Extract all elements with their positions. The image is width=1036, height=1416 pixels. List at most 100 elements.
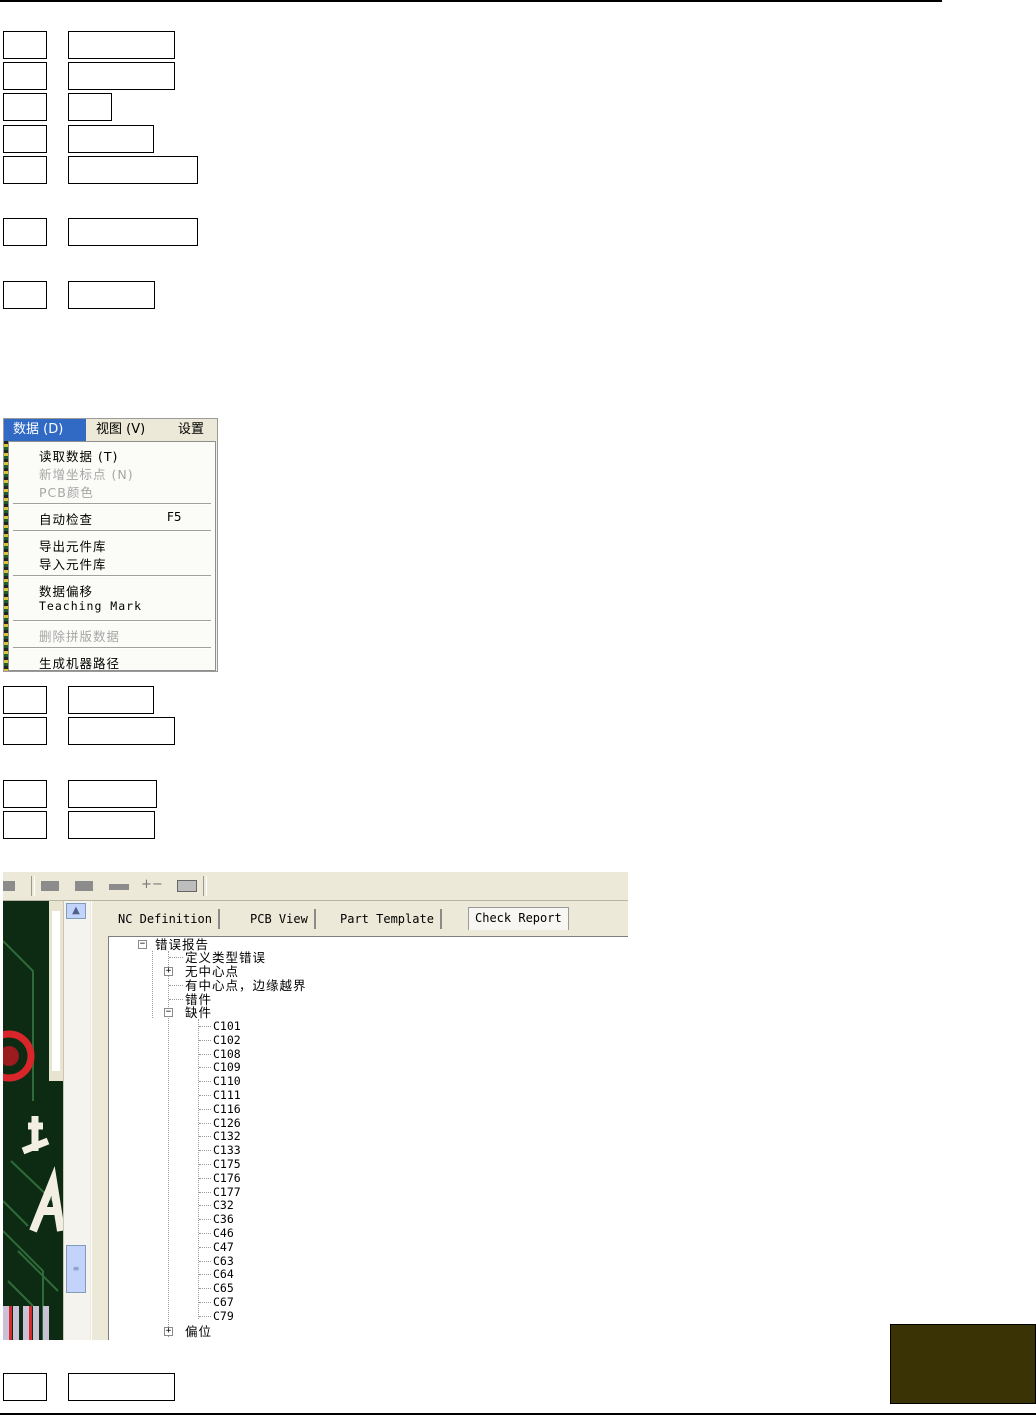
data-menu-screenshot: 数据 (D) 视图 (V) 设置 读取数据 (T) 新增坐标点 (N) PCB颜… (3, 418, 218, 672)
placeholder-box (68, 1373, 175, 1401)
tree-node-type-error[interactable]: 定义类型错误 (185, 951, 266, 964)
tree-leaf[interactable]: C133 (213, 1144, 241, 1157)
placeholder-box (68, 156, 198, 184)
tree-line (152, 951, 153, 1018)
tree-line (199, 1054, 211, 1055)
tree-node-edge-out-of-bounds[interactable]: 有中心点，边缘越界 (185, 979, 307, 992)
scroll-thumb[interactable]: ≡ (66, 1245, 86, 1293)
tree-leaf[interactable]: C102 (213, 1034, 241, 1047)
toolbar-separator (203, 876, 207, 896)
data-menu-dropdown: 读取数据 (T) 新增坐标点 (N) PCB颜色 自动检查 F5 导出元件库 导… (8, 441, 216, 671)
placeholder-box (3, 811, 47, 839)
toolbar-button-icon[interactable] (75, 881, 93, 891)
placeholder-box (68, 811, 155, 839)
placeholder-box (3, 156, 47, 184)
tree-line (199, 1095, 211, 1096)
tree-leaf[interactable]: C67 (213, 1296, 234, 1309)
tree-leaf[interactable]: C176 (213, 1172, 241, 1185)
tree-leaf[interactable]: C109 (213, 1061, 241, 1074)
expand-icon[interactable]: + (164, 1327, 173, 1336)
tab-check-report[interactable]: Check Report (468, 907, 569, 930)
menu-view[interactable]: 视图 (V) (96, 419, 145, 441)
toolbar-button-icon[interactable] (109, 884, 129, 890)
placeholder-box (3, 31, 47, 59)
dark-block (890, 1324, 1036, 1404)
vertical-scrollbar[interactable]: ▲ ≡ (63, 901, 90, 1340)
tree-leaf[interactable]: C175 (213, 1158, 241, 1171)
tree-line (199, 1247, 211, 1248)
tab-pcb-view[interactable]: PCB View (244, 909, 316, 929)
placeholder-box (68, 93, 112, 121)
collapse-icon[interactable]: − (164, 1008, 173, 1017)
menu-item-teaching-mark[interactable]: Teaching Mark (39, 599, 142, 613)
tree-leaf[interactable]: C116 (213, 1103, 241, 1116)
tree-leaf[interactable]: C32 (213, 1199, 234, 1212)
scroll-up-icon[interactable]: ▲ (66, 903, 86, 919)
collapse-icon[interactable]: − (138, 940, 147, 949)
tree-node-no-center[interactable]: 无中心点 (185, 965, 239, 978)
placeholder-box (3, 218, 47, 246)
tree-line (199, 1288, 211, 1289)
placeholder-box (3, 125, 47, 153)
expand-icon[interactable]: + (164, 967, 173, 976)
tree-line (199, 1219, 211, 1220)
menu-item-pcb-color: PCB颜色 (39, 485, 94, 500)
tree-leaf[interactable]: C101 (213, 1020, 241, 1033)
pcb-image (3, 901, 63, 1340)
tree-leaf[interactable]: C65 (213, 1282, 234, 1295)
menu-separator (13, 575, 211, 577)
tab-nc-definition[interactable]: NC Definition (112, 909, 220, 929)
placeholder-box (3, 62, 47, 90)
menu-item-export-library[interactable]: 导出元件库 (39, 536, 107, 555)
menu-item-add-coordinate: 新增坐标点 (N) (39, 467, 134, 482)
bottom-rule (0, 1413, 1036, 1415)
menu-settings[interactable]: 设置 (178, 419, 204, 441)
menu-item-auto-check[interactable]: 自动检查 (39, 509, 93, 528)
tree-node-offset[interactable]: 偏位 (185, 1325, 212, 1338)
menu-item-data-offset[interactable]: 数据偏移 (39, 581, 93, 600)
tree-leaf[interactable]: C110 (213, 1075, 241, 1088)
tree-leaf[interactable]: C64 (213, 1268, 234, 1281)
pcb-image-graphic (3, 901, 63, 1340)
toolbar-button-icon[interactable] (177, 880, 197, 892)
tree-line (199, 1136, 211, 1137)
placeholder-box (68, 281, 155, 309)
tab-part-template[interactable]: Part Template (334, 909, 442, 929)
menu-data[interactable]: 数据 (D) (4, 419, 86, 441)
placeholder-box (3, 686, 47, 714)
zoom-icon[interactable]: +− (141, 877, 163, 892)
tree-line (199, 1316, 211, 1317)
tree-leaf[interactable]: C132 (213, 1130, 241, 1143)
placeholder-box (3, 93, 47, 121)
tree-leaf[interactable]: C111 (213, 1089, 241, 1102)
tree-line (199, 1274, 211, 1275)
check-report-tree[interactable]: − 错误报告 定义类型错误 + 无中心点 有中心点，边缘越界 错件 − 缺件 C… (108, 936, 628, 1340)
toolbar-button-icon[interactable] (3, 881, 15, 891)
menu-item-generate-path[interactable]: 生成机器路径 (39, 653, 120, 671)
tree-line (199, 1067, 211, 1068)
toolbar-button-icon[interactable] (41, 881, 59, 891)
tree-leaf[interactable]: C79 (213, 1310, 234, 1323)
splitter[interactable] (91, 901, 98, 1340)
placeholder-box (68, 780, 157, 808)
tree-leaf[interactable]: C36 (213, 1213, 234, 1226)
toolbar-separator (31, 876, 35, 896)
menu-item-auto-check-shortcut: F5 (167, 510, 182, 524)
menu-item-delete-panel-data: 删除拼版数据 (39, 629, 121, 644)
tree-line (199, 1081, 211, 1082)
placeholder-box (68, 218, 198, 246)
tree-node-missing-part[interactable]: 缺件 (185, 1006, 212, 1019)
toolbar: +− (3, 872, 628, 901)
menu-separator (13, 503, 211, 505)
menu-item-import-library[interactable]: 导入元件库 (39, 554, 107, 573)
tree-line (199, 1233, 211, 1234)
placeholder-box (68, 62, 175, 90)
tree-line (199, 1164, 211, 1165)
menu-bar: 数据 (D) 视图 (V) 设置 (4, 419, 217, 441)
tree-leaf[interactable]: C47 (213, 1241, 234, 1254)
tree-line (199, 1192, 211, 1193)
tree-leaf[interactable]: C46 (213, 1227, 234, 1240)
placeholder-box (68, 125, 154, 153)
tree-line (169, 957, 183, 958)
menu-item-read-data[interactable]: 读取数据 (T) (39, 446, 118, 465)
